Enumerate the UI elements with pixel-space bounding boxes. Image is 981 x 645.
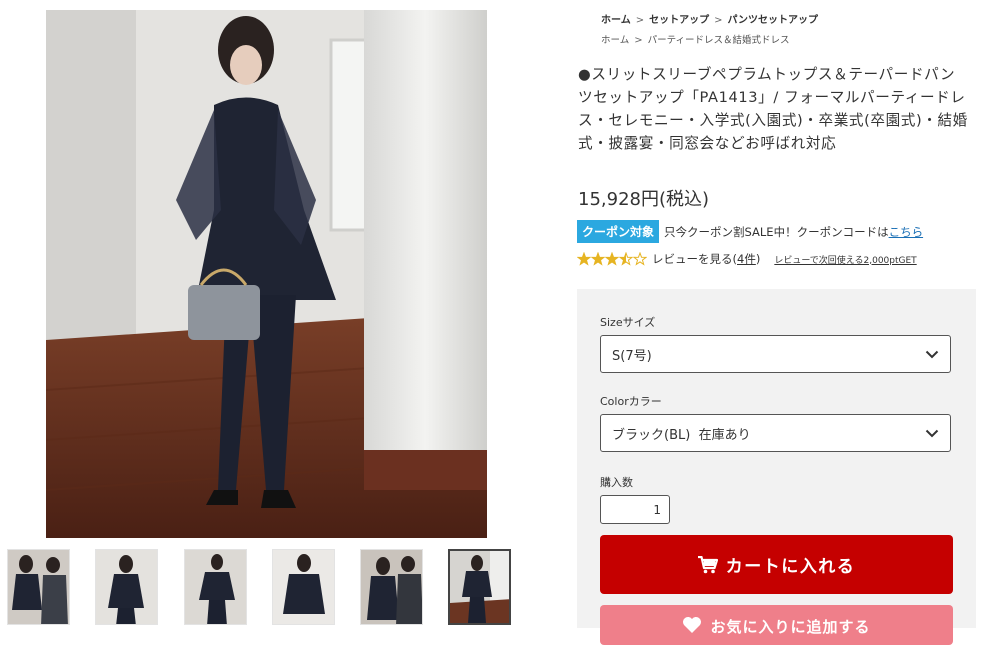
star-icon	[577, 252, 592, 266]
star-icon	[604, 252, 620, 266]
star-rating	[577, 252, 647, 266]
size-select[interactable]: S(7号)	[600, 335, 951, 373]
coupon-link[interactable]: こちら	[889, 224, 924, 240]
breadcrumb: ホーム > セットアップ > パンツセットアップ ホーム > パーティードレス＆…	[601, 15, 818, 55]
thumbnail-4[interactable]	[272, 549, 335, 625]
breadcrumb-primary: ホーム > セットアップ > パンツセットアップ	[601, 15, 818, 27]
thumbnail-6-image	[450, 551, 509, 623]
color-select-value: ブラック(BL) 在庫あり	[612, 427, 751, 443]
breadcrumb-setup-link[interactable]: セットアップ	[649, 15, 709, 27]
add-to-cart-button[interactable]: カートに入れる	[600, 535, 953, 594]
thumbnail-3[interactable]	[184, 549, 247, 625]
thumbnail-5[interactable]	[360, 549, 423, 625]
thumbnail-3-image	[185, 550, 246, 624]
thumbnail-5-image	[361, 550, 422, 624]
thumbnail-strip	[7, 549, 517, 628]
breadcrumb-pants-setup-link[interactable]: パンツセットアップ	[727, 15, 818, 27]
thumbnail-1-image	[8, 550, 69, 624]
size-label: Sizeサイズ	[600, 316, 656, 329]
view-reviews-link[interactable]: レビューを見る(4件)	[652, 251, 760, 267]
star-icon	[632, 252, 647, 266]
purchase-panel: Sizeサイズ S(7号) Colorカラー ブラック(BL) 在庫あり 購入数…	[577, 289, 976, 645]
size-select-value: S(7号)	[612, 348, 652, 364]
star-icon	[618, 252, 634, 266]
review-label-suffix: )	[755, 252, 761, 266]
review-point-link[interactable]: レビューで次回使える2,000ptGET	[774, 253, 916, 266]
thumbnail-2[interactable]	[95, 549, 158, 625]
add-to-cart-label: カートに入れる	[725, 557, 856, 577]
add-to-favorites-label: お気に入りに追加する	[710, 618, 871, 636]
chevron-down-icon	[925, 429, 939, 437]
heart-icon	[683, 617, 702, 633]
thumbnail-2-image	[96, 550, 157, 624]
breadcrumb-separator: >	[714, 15, 723, 26]
review-count: 4件	[737, 252, 756, 266]
breadcrumb-party-dress-link[interactable]: パーティードレス＆結婚式ドレス	[648, 35, 790, 47]
thumbnail-6[interactable]	[448, 549, 511, 625]
color-label: Colorカラー	[600, 395, 662, 408]
review-summary: レビューを見る(4件) レビューで次回使える2,000ptGET	[577, 251, 917, 267]
coupon-notice: クーポン対象 只今クーポン割SALE中！クーポンコードは こちら	[577, 220, 923, 243]
quantity-input[interactable]	[600, 495, 670, 524]
main-product-image[interactable]	[46, 10, 487, 538]
quantity-label: 購入数	[600, 476, 633, 489]
chevron-down-icon	[925, 350, 939, 358]
product-title: ●スリットスリーブペプラムトップス＆テーパードパンツセットアップ「PA1413」…	[578, 66, 968, 152]
breadcrumb-home-link-2[interactable]: ホーム	[601, 35, 629, 47]
color-select[interactable]: ブラック(BL) 在庫あり	[600, 414, 951, 452]
coupon-text: 只今クーポン割SALE中！クーポンコードは	[664, 224, 889, 239]
thumbnail-4-image	[273, 550, 334, 624]
product-price: 15,928円(税込)	[578, 189, 710, 210]
star-rating-icon	[577, 252, 647, 266]
coupon-badge: クーポン対象	[577, 220, 660, 243]
star-icon	[590, 252, 606, 266]
breadcrumb-separator: >	[635, 15, 645, 26]
model-photo-illustration	[46, 10, 487, 538]
review-label-prefix: レビューを見る(	[652, 252, 737, 266]
breadcrumb-separator: >	[634, 35, 643, 46]
cart-icon	[697, 555, 718, 573]
breadcrumb-home-link[interactable]: ホーム	[601, 15, 631, 27]
breadcrumb-secondary: ホーム > パーティードレス＆結婚式ドレス	[601, 35, 818, 47]
thumbnail-1[interactable]	[7, 549, 70, 625]
add-to-favorites-button[interactable]: お気に入りに追加する	[600, 605, 953, 645]
